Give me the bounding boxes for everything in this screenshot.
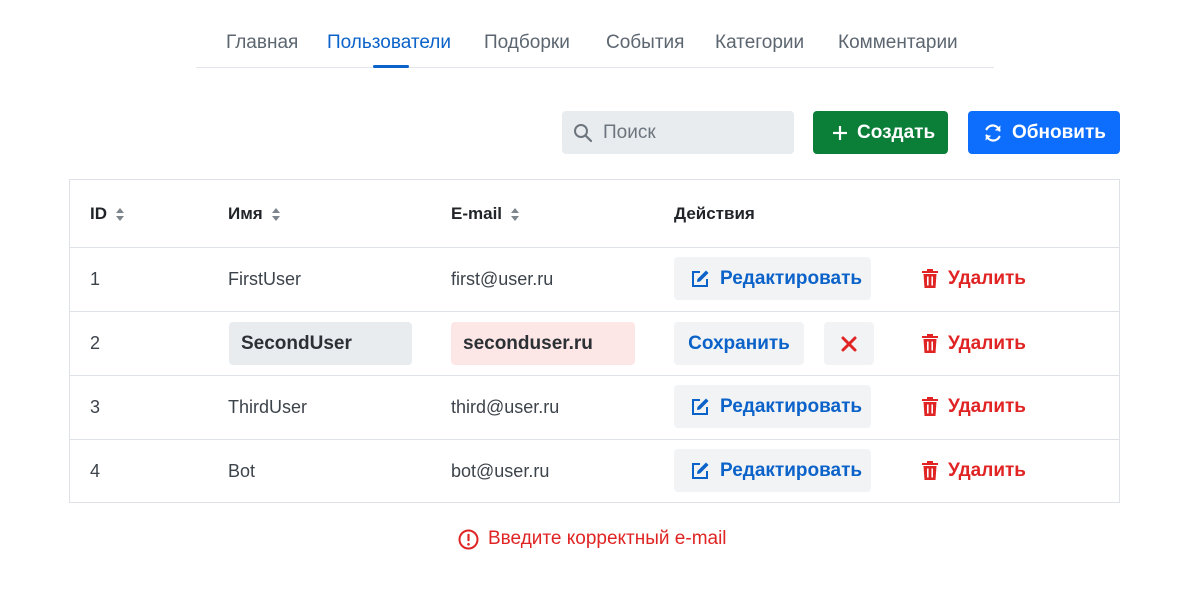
validation-error: Введите корректный e-mail [458,528,727,550]
edit-icon [692,462,709,479]
refresh-icon [985,123,1001,142]
edit-button[interactable]: Редактировать [674,449,871,492]
tab-home[interactable]: Главная [226,32,298,54]
table-row: 1 FirstUser first@user.ru Редактировать … [70,247,1119,312]
cell-id: 4 [90,461,101,481]
sort-icon [271,207,280,221]
header-id[interactable]: ID [90,204,124,224]
close-icon [841,336,857,351]
sort-icon [511,207,520,221]
trash-icon [922,397,938,416]
trash-icon [922,334,938,353]
table-row-editing: 2 Сохранить Удалить [70,311,1119,376]
error-icon [458,529,479,549]
tab-comments[interactable]: Комментарии [838,32,958,54]
create-button-label: Создать [857,121,936,143]
refresh-button[interactable]: Обновить [968,111,1120,154]
header-email-label: E-mail [451,204,503,223]
table-row: 3 ThirdUser third@user.ru Редактировать … [70,375,1119,440]
active-tab-indicator [373,65,409,68]
edit-icon [692,270,709,287]
cell-email: bot@user.ru [451,461,550,481]
name-edit-input[interactable] [229,322,412,365]
cell-id: 1 [90,269,101,289]
email-edit-input[interactable] [451,322,635,365]
cell-id: 3 [90,397,101,417]
header-actions: Действия [674,204,755,223]
refresh-button-label: Обновить [1012,121,1106,143]
save-button[interactable]: Сохранить [674,322,804,365]
tab-categories[interactable]: Категории [715,32,804,54]
create-button[interactable]: Создать [813,111,948,154]
cell-id: 2 [90,333,101,353]
header-email[interactable]: E-mail [451,204,520,224]
edit-button-label: Редактировать [720,395,863,417]
edit-icon [692,398,709,415]
delete-button[interactable]: Удалить [922,449,1026,492]
delete-button[interactable]: Удалить [922,257,1026,300]
tab-collections[interactable]: Подборки [484,32,570,54]
main-nav: Главная Пользователи Подборки События Ка… [196,22,994,68]
plus-icon [833,125,847,140]
error-message: Введите корректный e-mail [488,528,727,549]
table-row: 4 Bot bot@user.ru Редактировать Удалить [70,439,1119,503]
edit-button[interactable]: Редактировать [674,385,871,428]
edit-button-label: Редактировать [720,267,863,289]
cell-name: FirstUser [228,269,301,289]
trash-icon [922,269,938,288]
edit-button-label: Редактировать [720,459,863,481]
sort-icon [116,207,124,221]
cell-name: ThirdUser [228,397,308,417]
delete-button[interactable]: Удалить [922,322,1026,365]
delete-button-label: Удалить [948,395,1026,417]
users-table: ID Имя E-mail Действия 1 FirstUser first… [69,179,1120,503]
trash-icon [922,461,938,480]
search-input[interactable] [603,111,788,154]
delete-button[interactable]: Удалить [922,385,1026,428]
header-name-label: Имя [228,204,263,223]
header-id-label: ID [90,204,107,223]
tab-users[interactable]: Пользователи [327,32,451,54]
header-name[interactable]: Имя [228,204,280,224]
delete-button-label: Удалить [948,267,1026,289]
edit-button[interactable]: Редактировать [674,257,871,300]
search-box [562,111,794,154]
cancel-button[interactable] [824,322,874,365]
cell-name: Bot [228,461,256,481]
table-header-row: ID Имя E-mail Действия [70,180,1119,248]
delete-button-label: Удалить [948,332,1026,354]
tab-events[interactable]: События [606,32,684,54]
cell-email: first@user.ru [451,269,554,289]
delete-button-label: Удалить [948,459,1026,481]
cell-email: third@user.ru [451,397,560,417]
search-icon [574,124,593,143]
